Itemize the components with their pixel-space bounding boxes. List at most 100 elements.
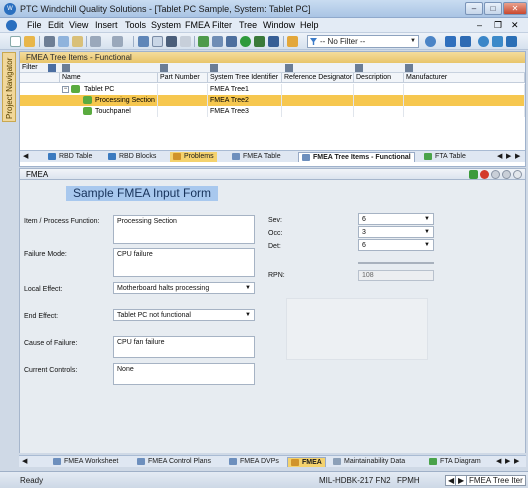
toolbar-separator [133,36,134,47]
next-record-icon[interactable] [502,170,511,179]
tab-fta-table[interactable]: FTA Table [424,152,466,162]
filter-icon[interactable] [287,36,298,47]
paste-icon[interactable] [72,36,83,47]
filter-select[interactable]: -- No Filter -- ▼ [307,35,419,48]
tab-scroll-next-icon[interactable]: ▶ [505,457,510,467]
tab-rbd-blocks[interactable]: RBD Blocks [108,152,156,162]
tab-scroll-next-icon[interactable]: ▶ [506,152,511,162]
tab-scroll-last-icon[interactable]: ▶ [515,152,520,162]
item-function-field[interactable]: Processing Section [113,215,255,244]
menu-file[interactable]: File [27,20,42,30]
table-row-selected[interactable]: Processing Section FMEA Tree2 [20,95,525,106]
failure-mode-field[interactable]: CPU failure [113,248,255,277]
print-preview-icon[interactable] [152,36,163,47]
tab-scroll-last-icon[interactable]: ▶ [514,457,519,467]
menu-tools[interactable]: Tools [125,20,146,30]
previous-record-icon[interactable] [491,170,500,179]
tab-rbd-table[interactable]: RBD Table [48,152,92,162]
help-icon[interactable] [425,36,436,47]
grid-icon[interactable] [62,64,70,72]
column-header-reference-designator[interactable]: Reference Designator [282,73,354,83]
det-select[interactable]: 6 ▼ [358,239,434,251]
mdi-minimize-icon[interactable]: – [477,20,482,30]
grid-icon[interactable] [355,64,363,72]
copy-icon[interactable] [58,36,69,47]
menu-tree[interactable]: Tree [239,20,257,30]
redo-icon[interactable] [112,36,123,47]
tab-scroll-first-icon[interactable]: ◀ [22,457,27,467]
menu-help[interactable]: Help [300,20,319,30]
settings-icon[interactable] [460,36,471,47]
sev-select[interactable]: 6 ▼ [358,213,434,225]
menu-system[interactable]: System [151,20,181,30]
minimize-button[interactable]: – [465,2,483,15]
tab-fmea-worksheet[interactable]: FMEA Worksheet [53,457,118,467]
table-icon[interactable] [212,36,223,47]
table-row[interactable]: − Tablet PC FMEA Tree1 [20,84,525,95]
maximize-button[interactable]: □ [484,2,502,15]
delete-record-icon[interactable] [480,170,489,179]
grid-icon[interactable] [210,64,218,72]
grid-icon[interactable] [405,64,413,72]
tab-fmea-tree-items-functional[interactable]: FMEA Tree Items - Functional [298,152,415,162]
tab-fmea[interactable]: FMEA [287,457,326,467]
calculator-icon[interactable] [226,36,237,47]
grid-icon[interactable] [160,64,168,72]
tab-scroll-first-icon[interactable]: ◀ [23,152,28,162]
column-header-part-number[interactable]: Part Number [158,73,208,83]
tab-fmea-control-plans[interactable]: FMEA Control Plans [137,457,211,467]
report-icon[interactable] [254,36,265,47]
controls-field[interactable]: None [113,363,255,385]
menu-insert[interactable]: Insert [95,20,118,30]
app-icon[interactable]: W [4,3,16,15]
project-navigator-tab[interactable]: Project Navigator [2,52,16,122]
mdi-restore-icon[interactable]: ❐ [494,20,502,31]
menu-window[interactable]: Window [263,20,295,30]
column-header-description[interactable]: Description [354,73,404,83]
row-name: Processing Section [95,97,155,104]
export-icon[interactable] [268,36,279,47]
open-icon[interactable] [24,36,35,47]
collapse-icon[interactable]: − [62,86,69,93]
table-row[interactable]: Touchpanel FMEA Tree3 [20,106,525,117]
cause-field[interactable]: CPU fan failure [113,336,255,358]
chart-icon[interactable] [198,36,209,47]
local-effect-select[interactable]: Motherboard halts processing ▼ [113,282,255,294]
menu-filter[interactable]: Filter [212,20,232,30]
rpn-field: 108 [358,270,434,281]
menu-fmea[interactable]: FMEA [185,20,210,30]
column-header-manufacturer[interactable]: Manufacturer [404,73,525,83]
column-header-name[interactable]: Name [60,73,158,83]
window-icon[interactable] [506,36,517,47]
refresh-icon[interactable] [478,36,489,47]
layout-icon[interactable] [492,36,503,47]
tab-scroll-prev-icon[interactable]: ◀ [497,152,502,162]
tab-fmea-dvps[interactable]: FMEA DVPs [229,457,279,467]
tab-fta-diagram[interactable]: FTA Diagram [429,457,481,467]
help-icon[interactable] [513,170,522,179]
calculate-icon[interactable] [240,36,251,47]
spelling-icon[interactable] [180,36,191,47]
doc-menu-icon[interactable] [6,20,17,31]
menu-edit[interactable]: Edit [48,20,64,30]
tab-problems[interactable]: Problems [170,152,217,162]
close-button[interactable]: ✕ [503,2,527,15]
save-icon[interactable] [48,64,56,72]
information-icon[interactable] [445,36,456,47]
tab-scroll-prev-icon[interactable]: ◀ [496,457,501,467]
print-icon[interactable] [138,36,149,47]
tab-maintainability-data[interactable]: Maintainability Data [333,457,405,467]
mdi-close-icon[interactable]: ✕ [511,20,519,31]
current-view-field[interactable]: FMEA Tree Iter [466,475,526,486]
menu-view[interactable]: View [69,20,88,30]
end-effect-select[interactable]: Tablet PC not functional ▼ [113,309,255,321]
cut-icon[interactable] [44,36,55,47]
new-icon[interactable] [10,36,21,47]
column-header-system-tree-identifier[interactable]: System Tree Identifier [208,73,282,83]
grid-icon[interactable] [285,64,293,72]
find-icon[interactable] [166,36,177,47]
occ-select[interactable]: 3 ▼ [358,226,434,238]
save-record-icon[interactable] [469,170,478,179]
undo-icon[interactable] [90,36,101,47]
tab-fmea-table[interactable]: FMEA Table [232,152,281,162]
